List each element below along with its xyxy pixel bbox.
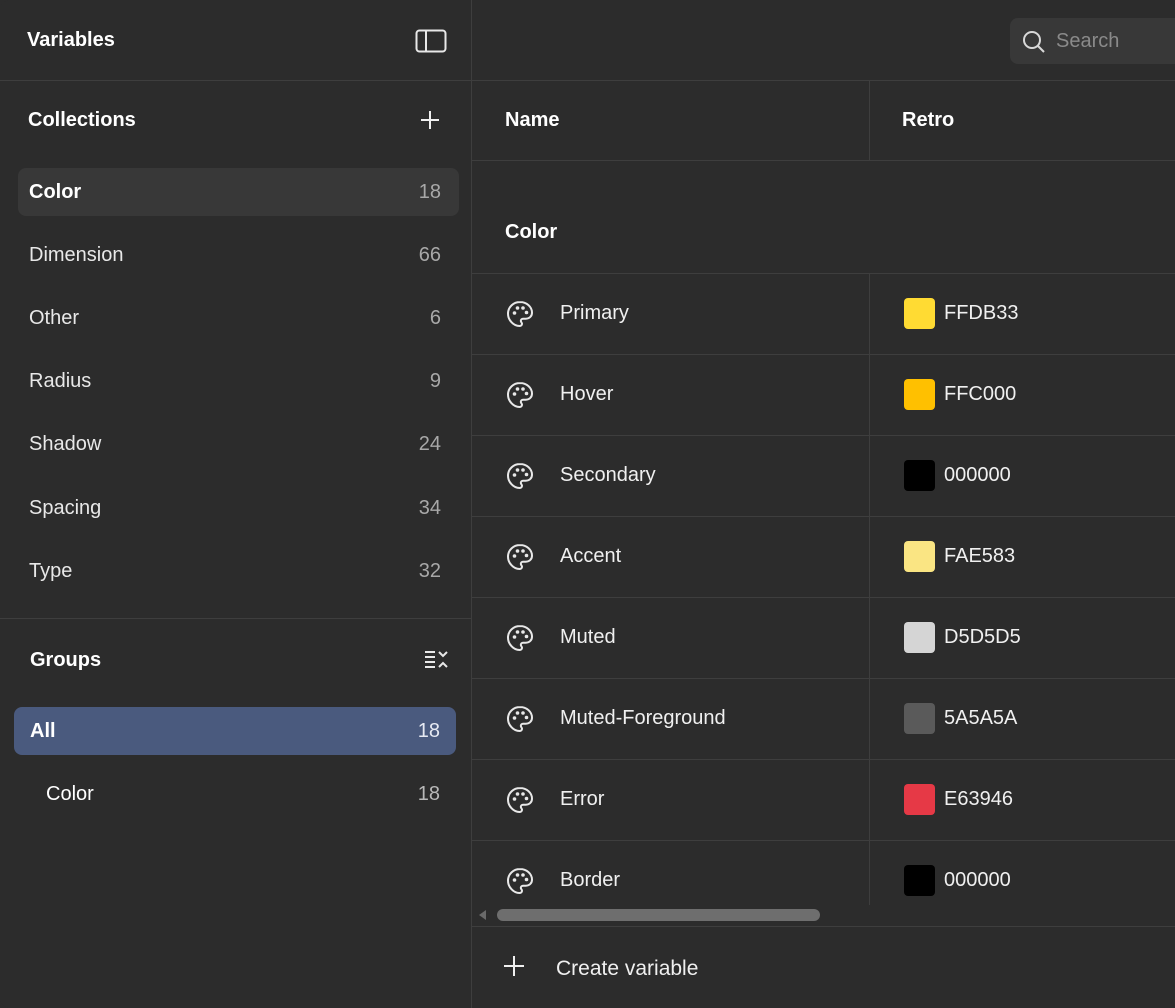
plus-icon: [421, 111, 439, 129]
collection-count: 6: [429, 307, 441, 329]
color-swatch[interactable]: [904, 541, 935, 572]
variable-name[interactable]: Error: [560, 788, 604, 811]
collection-item-other[interactable]: Other 6: [18, 294, 459, 342]
variable-value[interactable]: FFDB33: [944, 302, 1018, 325]
add-collection-button[interactable]: [412, 102, 448, 138]
collection-count: 66: [418, 244, 441, 266]
color-swatch[interactable]: [904, 622, 935, 653]
sidebar-divider: [0, 618, 471, 619]
variable-row[interactable]: Error E63946: [472, 760, 1175, 841]
color-swatch[interactable]: [904, 379, 935, 410]
palette-icon: [505, 704, 535, 734]
collapse-list-icon: [425, 651, 448, 668]
collection-name: Radius: [29, 370, 92, 392]
palette-icon: [505, 461, 535, 491]
group-title: Color: [505, 221, 558, 243]
palette-icon: [505, 542, 535, 572]
color-swatch[interactable]: [904, 298, 935, 329]
collection-name: Type: [29, 560, 73, 582]
collection-name: Shadow: [29, 433, 102, 455]
collection-name: Spacing: [29, 497, 102, 519]
variables-table-panel: Name Retro Color Primary FFDB33 Hover FFC00…: [472, 0, 1175, 1008]
groups-label: Groups: [30, 649, 102, 671]
search-box[interactable]: [1010, 18, 1175, 64]
variable-value[interactable]: FFC000: [944, 383, 1016, 406]
variable-name[interactable]: Secondary: [560, 464, 656, 487]
palette-icon: [505, 299, 535, 329]
variable-name[interactable]: Muted-Foreground: [560, 707, 726, 730]
group-item-all[interactable]: All 18: [14, 707, 456, 755]
color-swatch[interactable]: [904, 865, 935, 896]
collection-name: Other: [29, 307, 80, 329]
palette-icon: [505, 623, 535, 653]
collection-item-radius[interactable]: Radius 9: [18, 357, 459, 405]
variable-row[interactable]: Muted-Foreground 5A5A5A: [472, 679, 1175, 760]
top-bar: [472, 0, 1175, 81]
palette-icon: [505, 866, 535, 896]
collection-count: 24: [418, 433, 441, 455]
collection-item-spacing[interactable]: Spacing 34: [18, 484, 459, 532]
column-header-name: Name: [505, 109, 560, 131]
variable-value[interactable]: E63946: [944, 788, 1013, 811]
collection-name: Dimension: [29, 244, 124, 266]
table-header: Name Retro: [472, 81, 1175, 161]
variable-row[interactable]: Muted D5D5D5: [472, 598, 1175, 679]
collection-count: 34: [418, 497, 441, 519]
variable-row[interactable]: Secondary 000000: [472, 436, 1175, 517]
palette-icon: [505, 785, 535, 815]
variable-name[interactable]: Muted: [560, 626, 616, 649]
group-item-color[interactable]: Color 18: [14, 770, 456, 818]
sidebar: Variables Collections Color 18 Dimension…: [0, 0, 472, 1008]
groups-header: Groups: [0, 640, 471, 680]
variable-row[interactable]: Hover FFC000: [472, 355, 1175, 436]
variable-value[interactable]: 000000: [944, 464, 1011, 487]
variable-value[interactable]: FAE583: [944, 545, 1015, 568]
variable-name[interactable]: Primary: [560, 302, 629, 325]
color-swatch[interactable]: [904, 460, 935, 491]
footer: Create variable: [472, 926, 1175, 1008]
collection-item-type[interactable]: Type 32: [18, 547, 459, 595]
sidebar-header: Variables: [0, 0, 471, 81]
variable-value[interactable]: 000000: [944, 869, 1011, 892]
variables-window: Variables Collections Color 18 Dimension…: [0, 0, 1175, 1008]
group-count: 18: [417, 783, 440, 805]
search-input[interactable]: [1056, 27, 1175, 55]
create-variable-button[interactable]: Create variable: [502, 951, 762, 987]
palette-icon: [505, 380, 535, 410]
group-name: All: [30, 720, 56, 742]
search-icon: [1023, 31, 1045, 53]
variable-name[interactable]: Border: [560, 869, 620, 892]
collection-count: 18: [418, 181, 441, 203]
collection-item-shadow[interactable]: Shadow 24: [18, 420, 459, 468]
sidebar-panel-icon[interactable]: [414, 27, 448, 55]
group-name: Color: [46, 783, 94, 805]
collapse-groups-button[interactable]: [418, 642, 454, 678]
collection-item-dimension[interactable]: Dimension 66: [18, 231, 459, 279]
collection-count: 32: [418, 560, 441, 582]
variable-row[interactable]: Accent FAE583: [472, 517, 1175, 598]
collections-header: Collections: [0, 100, 471, 140]
column-header-mode[interactable]: Retro: [902, 109, 954, 132]
sidebar-title: Variables: [27, 29, 115, 51]
variable-name[interactable]: Hover: [560, 383, 613, 406]
collection-name: Color: [29, 181, 82, 203]
collection-item-color[interactable]: Color 18: [18, 168, 459, 216]
group-count: 18: [417, 720, 440, 742]
collection-count: 9: [429, 370, 441, 392]
variable-value[interactable]: 5A5A5A: [944, 707, 1017, 730]
variable-value[interactable]: D5D5D5: [944, 626, 1021, 649]
column-divider: [869, 81, 870, 160]
color-swatch[interactable]: [904, 784, 935, 815]
column-divider: [869, 274, 870, 905]
color-swatch[interactable]: [904, 703, 935, 734]
collections-label: Collections: [28, 109, 136, 131]
horizontal-scrollbar[interactable]: [472, 905, 1175, 925]
plus-icon: [504, 956, 524, 976]
create-variable-label: Create variable: [556, 957, 699, 980]
variable-name[interactable]: Accent: [560, 545, 621, 568]
variable-row[interactable]: Primary FFDB33: [472, 274, 1175, 355]
scroll-left-arrow[interactable]: [479, 910, 486, 920]
scrollbar-thumb[interactable]: [497, 909, 820, 921]
